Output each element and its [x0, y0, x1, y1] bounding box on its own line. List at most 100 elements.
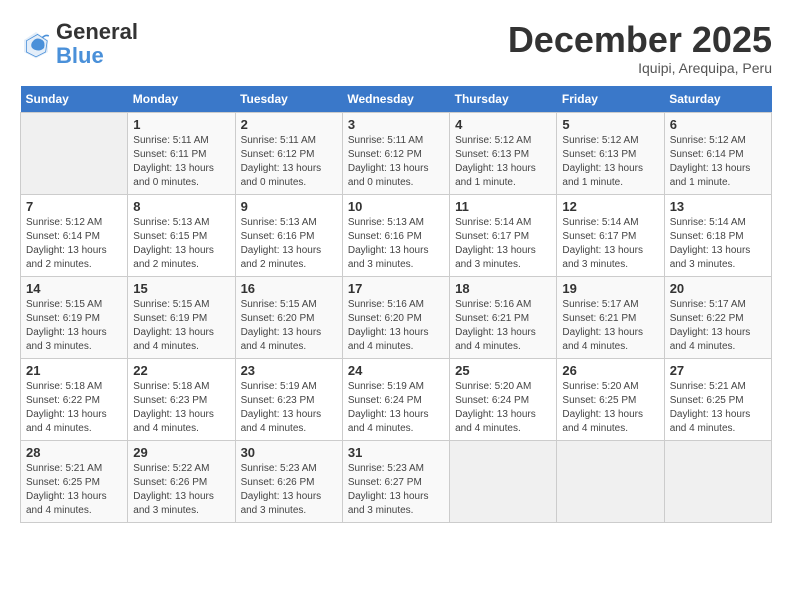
day-cell: 5Sunrise: 5:12 AMSunset: 6:13 PMDaylight…: [557, 112, 664, 194]
day-number: 10: [348, 199, 444, 214]
day-number: 27: [670, 363, 766, 378]
day-cell: 11 Sunrise: 5:14 AMSunset: 6:17 PMDayligh…: [450, 194, 557, 276]
day-info: Sunrise: 5:20 AMSunset: 6:25 PMDaylight:…: [562, 380, 658, 436]
week-row-4: 21 Sunrise: 5:18 AMSunset: 6:22 PMDayligh…: [21, 358, 772, 440]
day-cell: 23 Sunrise: 5:19 AMSunset: 6:23 PMDayligh…: [235, 358, 342, 440]
day-number: 2: [241, 117, 337, 132]
day-info: Sunrise: 5:21 AMSunset: 6:25 PMDaylight:…: [670, 380, 766, 436]
day-info: Sunrise: 5:20 AMSunset: 6:24 PMDaylight:…: [455, 380, 551, 436]
day-cell: 24Sunrise: 5:19 AMSunset: 6:24 PMDayligh…: [342, 358, 449, 440]
day-number: 19: [562, 281, 658, 296]
day-number: 22: [133, 363, 229, 378]
logo-text: General Blue: [56, 20, 138, 68]
day-number: 7: [26, 199, 122, 214]
day-number: 17: [348, 281, 444, 296]
day-cell: 18Sunrise: 5:16 AMSunset: 6:21 PMDayligh…: [450, 276, 557, 358]
day-cell: [21, 112, 128, 194]
day-cell: [450, 440, 557, 522]
day-number: 23: [241, 363, 337, 378]
col-saturday: Saturday: [664, 86, 771, 113]
calendar-header: Sunday Monday Tuesday Wednesday Thursday…: [21, 86, 772, 113]
day-number: 13: [670, 199, 766, 214]
day-number: 21: [26, 363, 122, 378]
day-info: Sunrise: 5:19 AMSunset: 6:24 PMDaylight:…: [348, 380, 444, 436]
day-info: Sunrise: 5:13 AMSunset: 6:16 PMDaylight:…: [241, 216, 337, 272]
day-cell: 15Sunrise: 5:15 AMSunset: 6:19 PMDayligh…: [128, 276, 235, 358]
week-row-1: 1 Sunrise: 5:11 AMSunset: 6:11 PMDaylight…: [21, 112, 772, 194]
day-info: Sunrise: 5:11 AMSunset: 6:11 PMDaylight:…: [133, 134, 229, 190]
day-number: 9: [241, 199, 337, 214]
day-info: Sunrise: 5:12 AMSunset: 6:13 PMDaylight:…: [562, 134, 658, 190]
col-friday: Friday: [557, 86, 664, 113]
day-number: 6: [670, 117, 766, 132]
day-number: 29: [133, 445, 229, 460]
day-number: 1: [133, 117, 229, 132]
day-cell: 25 Sunrise: 5:20 AMSunset: 6:24 PMDayligh…: [450, 358, 557, 440]
day-info: Sunrise: 5:18 AMSunset: 6:23 PMDaylight:…: [133, 380, 229, 436]
title-block: December 2025 Iquipi, Arequipa, Peru: [508, 20, 772, 76]
day-cell: 9 Sunrise: 5:13 AMSunset: 6:16 PMDaylight…: [235, 194, 342, 276]
col-sunday: Sunday: [21, 86, 128, 113]
day-number: 11: [455, 199, 551, 214]
day-cell: 29 Sunrise: 5:22 AMSunset: 6:26 PMDayligh…: [128, 440, 235, 522]
day-cell: 19 Sunrise: 5:17 AMSunset: 6:21 PMDayligh…: [557, 276, 664, 358]
day-info: Sunrise: 5:14 AMSunset: 6:17 PMDaylight:…: [455, 216, 551, 272]
header-row: Sunday Monday Tuesday Wednesday Thursday…: [21, 86, 772, 113]
day-cell: 1 Sunrise: 5:11 AMSunset: 6:11 PMDaylight…: [128, 112, 235, 194]
day-number: 8: [133, 199, 229, 214]
day-info: Sunrise: 5:21 AMSunset: 6:25 PMDaylight:…: [26, 462, 122, 518]
month-title: December 2025: [508, 20, 772, 60]
day-number: 30: [241, 445, 337, 460]
col-wednesday: Wednesday: [342, 86, 449, 113]
day-info: Sunrise: 5:12 AMSunset: 6:14 PMDaylight:…: [26, 216, 122, 272]
day-info: Sunrise: 5:14 AMSunset: 6:18 PMDaylight:…: [670, 216, 766, 272]
day-cell: 26 Sunrise: 5:20 AMSunset: 6:25 PMDayligh…: [557, 358, 664, 440]
day-number: 26: [562, 363, 658, 378]
day-info: Sunrise: 5:17 AMSunset: 6:21 PMDaylight:…: [562, 298, 658, 354]
day-cell: 7 Sunrise: 5:12 AMSunset: 6:14 PMDaylight…: [21, 194, 128, 276]
col-monday: Monday: [128, 86, 235, 113]
day-cell: 21 Sunrise: 5:18 AMSunset: 6:22 PMDayligh…: [21, 358, 128, 440]
day-info: Sunrise: 5:12 AMSunset: 6:14 PMDaylight:…: [670, 134, 766, 190]
day-info: Sunrise: 5:19 AMSunset: 6:23 PMDaylight:…: [241, 380, 337, 436]
day-number: 15: [133, 281, 229, 296]
day-number: 25: [455, 363, 551, 378]
day-info: Sunrise: 5:11 AMSunset: 6:12 PMDaylight:…: [241, 134, 337, 190]
day-cell: 2 Sunrise: 5:11 AMSunset: 6:12 PMDaylight…: [235, 112, 342, 194]
day-info: Sunrise: 5:16 AMSunset: 6:21 PMDaylight:…: [455, 298, 551, 354]
day-cell: 14 Sunrise: 5:15 AMSunset: 6:19 PMDayligh…: [21, 276, 128, 358]
week-row-2: 7 Sunrise: 5:12 AMSunset: 6:14 PMDaylight…: [21, 194, 772, 276]
day-info: Sunrise: 5:23 AMSunset: 6:27 PMDaylight:…: [348, 462, 444, 518]
day-cell: 20Sunrise: 5:17 AMSunset: 6:22 PMDayligh…: [664, 276, 771, 358]
day-info: Sunrise: 5:15 AMSunset: 6:20 PMDaylight:…: [241, 298, 337, 354]
page-header: General Blue December 2025 Iquipi, Arequ…: [20, 20, 772, 76]
logo: General Blue: [20, 20, 138, 68]
day-cell: 16 Sunrise: 5:15 AMSunset: 6:20 PMDayligh…: [235, 276, 342, 358]
col-tuesday: Tuesday: [235, 86, 342, 113]
day-cell: 8Sunrise: 5:13 AMSunset: 6:15 PMDaylight…: [128, 194, 235, 276]
day-info: Sunrise: 5:18 AMSunset: 6:22 PMDaylight:…: [26, 380, 122, 436]
day-cell: 30 Sunrise: 5:23 AMSunset: 6:26 PMDayligh…: [235, 440, 342, 522]
day-info: Sunrise: 5:22 AMSunset: 6:26 PMDaylight:…: [133, 462, 229, 518]
day-info: Sunrise: 5:14 AMSunset: 6:17 PMDaylight:…: [562, 216, 658, 272]
day-cell: 12Sunrise: 5:14 AMSunset: 6:17 PMDayligh…: [557, 194, 664, 276]
day-cell: 3Sunrise: 5:11 AMSunset: 6:12 PMDaylight…: [342, 112, 449, 194]
logo-blue: Blue: [56, 43, 104, 68]
day-info: Sunrise: 5:12 AMSunset: 6:13 PMDaylight:…: [455, 134, 551, 190]
day-info: Sunrise: 5:13 AMSunset: 6:16 PMDaylight:…: [348, 216, 444, 272]
day-number: 14: [26, 281, 122, 296]
calendar-body: 1 Sunrise: 5:11 AMSunset: 6:11 PMDaylight…: [21, 112, 772, 522]
day-cell: 22 Sunrise: 5:18 AMSunset: 6:23 PMDayligh…: [128, 358, 235, 440]
day-info: Sunrise: 5:16 AMSunset: 6:20 PMDaylight:…: [348, 298, 444, 354]
day-number: 3: [348, 117, 444, 132]
day-cell: [664, 440, 771, 522]
day-cell: 28Sunrise: 5:21 AMSunset: 6:25 PMDayligh…: [21, 440, 128, 522]
day-info: Sunrise: 5:15 AMSunset: 6:19 PMDaylight:…: [26, 298, 122, 354]
logo-general: General: [56, 19, 138, 44]
day-cell: 6 Sunrise: 5:12 AMSunset: 6:14 PMDaylight…: [664, 112, 771, 194]
day-cell: 13 Sunrise: 5:14 AMSunset: 6:18 PMDayligh…: [664, 194, 771, 276]
day-cell: 31Sunrise: 5:23 AMSunset: 6:27 PMDayligh…: [342, 440, 449, 522]
day-number: 16: [241, 281, 337, 296]
day-info: Sunrise: 5:23 AMSunset: 6:26 PMDaylight:…: [241, 462, 337, 518]
week-row-3: 14 Sunrise: 5:15 AMSunset: 6:19 PMDayligh…: [21, 276, 772, 358]
